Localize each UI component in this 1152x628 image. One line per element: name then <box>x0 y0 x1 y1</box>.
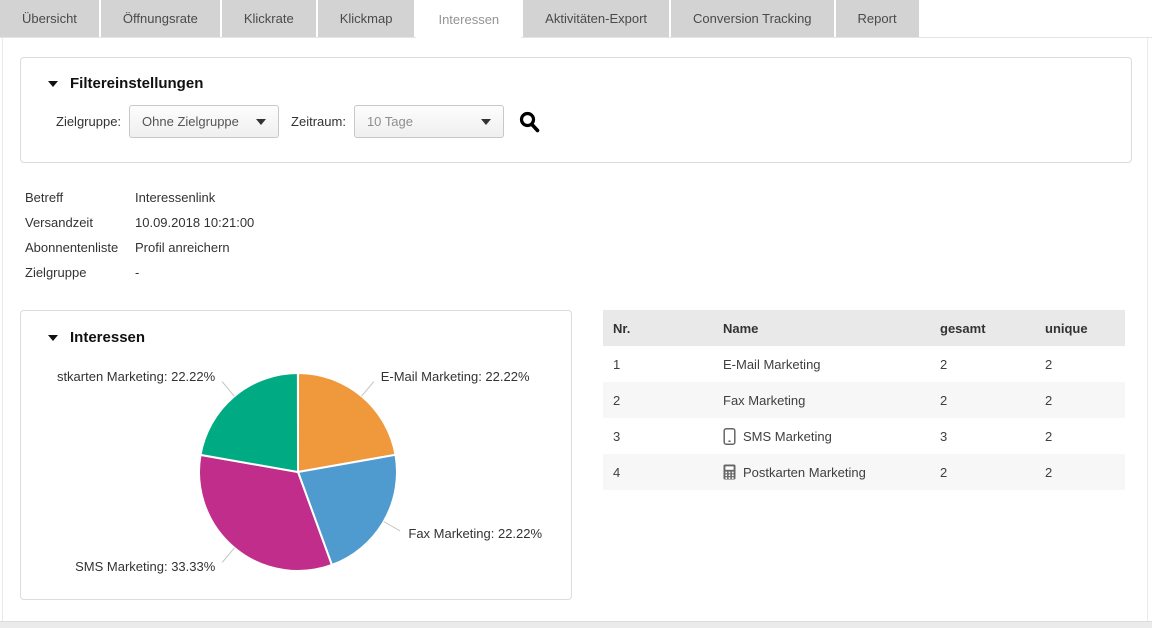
pie-label-connector <box>362 382 374 397</box>
filter-controls: Zielgruppe: Ohne Zielgruppe Zeitraum: 10… <box>48 105 1131 138</box>
cell-name: Fax Marketing <box>713 393 930 408</box>
pie-slice-label: Fax Marketing: 22.22% <box>408 526 542 541</box>
table-row: 3 SMS Marketing 3 2 <box>603 418 1125 454</box>
meta-label: Versandzeit <box>25 215 135 230</box>
cell-name: Postkarten Marketing <box>713 464 930 480</box>
cell-gesamt: 2 <box>930 357 1035 372</box>
col-header-name: Name <box>713 321 930 336</box>
tab-bar: Übersicht Öffnungsrate Klickrate Klickma… <box>0 0 1152 38</box>
interessen-table: Nr. Name gesamt unique 1 E-Mail Marketin… <box>603 310 1125 490</box>
cell-gesamt: 3 <box>930 429 1035 444</box>
pie-label-connector <box>222 382 234 397</box>
table-row: 1 E-Mail Marketing 2 2 <box>603 346 1125 382</box>
zeitraum-dropdown-value: 10 Tage <box>367 114 413 129</box>
cell-nr: 4 <box>603 465 713 480</box>
cell-name: E-Mail Marketing <box>713 357 930 372</box>
cell-nr: 2 <box>603 393 713 408</box>
bottom-scrollbar-track[interactable] <box>0 621 1152 628</box>
meta-row-zielgruppe: Zielgruppe - <box>25 260 1132 285</box>
tab-interessen[interactable]: Interessen <box>416 0 521 38</box>
collapse-arrow-icon <box>48 335 58 341</box>
pie-label-connector <box>384 522 401 532</box>
tab-klickrate[interactable]: Klickrate <box>222 0 316 37</box>
interessen-panel-title: Interessen <box>70 329 145 346</box>
search-button[interactable] <box>518 110 541 134</box>
interessen-panel: Interessen E-Mail Marketing: 22.22% Fax M… <box>20 310 572 600</box>
meta-row-abonnentenliste: Abonnentenliste Profil anreichern <box>25 235 1132 260</box>
tab-aktivitaeten-export[interactable]: Aktivitäten-Export <box>523 0 669 37</box>
filter-panel-header[interactable]: Filtereinstellungen <box>48 75 1131 92</box>
tab-oeffnungsrate[interactable]: Öffnungsrate <box>101 0 220 37</box>
zielgruppe-dropdown-value: Ohne Zielgruppe <box>142 114 239 129</box>
tab-conversion-tracking[interactable]: Conversion Tracking <box>671 0 834 37</box>
meta-label: Zielgruppe <box>25 265 135 280</box>
search-icon <box>518 110 541 134</box>
zielgruppe-label: Zielgruppe: <box>56 114 121 129</box>
meta-row-versandzeit: Versandzeit 10.09.2018 10:21:00 <box>25 210 1132 235</box>
cell-nr: 3 <box>603 429 713 444</box>
pie-slice-label: E-Mail Marketing: 22.22% <box>381 369 530 384</box>
tab-report[interactable]: Report <box>836 0 919 37</box>
meta-value: Profil anreichern <box>135 240 230 255</box>
tab-uebersicht[interactable]: Übersicht <box>0 0 99 37</box>
col-header-nr: Nr. <box>603 321 713 336</box>
chevron-down-icon <box>256 119 266 125</box>
mailing-meta: Betreff Interessenlink Versandzeit 10.09… <box>25 185 1132 285</box>
pie-slice-label: SMS Marketing: 33.33% <box>75 559 216 574</box>
zielgruppe-dropdown[interactable]: Ohne Zielgruppe <box>129 105 279 138</box>
pie-slice-label: stkarten Marketing: 22.22% <box>57 369 216 384</box>
meta-value: - <box>135 265 139 280</box>
collapse-arrow-icon <box>48 81 58 87</box>
zeitraum-label: Zeitraum: <box>291 114 346 129</box>
pie-label-connector <box>222 548 234 563</box>
table-header-row: Nr. Name gesamt unique <box>603 310 1125 346</box>
cell-nr: 1 <box>603 357 713 372</box>
col-header-unique: unique <box>1035 321 1125 336</box>
results-row: Interessen E-Mail Marketing: 22.22% Fax M… <box>20 310 1132 600</box>
zeitraum-dropdown[interactable]: 10 Tage <box>354 105 504 138</box>
chevron-down-icon <box>481 119 491 125</box>
table-row: 2 Fax Marketing 2 2 <box>603 382 1125 418</box>
meta-label: Betreff <box>25 190 135 205</box>
meta-label: Abonnentenliste <box>25 240 135 255</box>
cell-unique: 2 <box>1035 429 1125 444</box>
filter-panel-title: Filtereinstellungen <box>70 75 203 92</box>
interessen-pie-chart: E-Mail Marketing: 22.22% Fax Marketing: 2… <box>21 348 571 588</box>
cell-unique: 2 <box>1035 465 1125 480</box>
pie-slice-3 <box>201 373 299 472</box>
meta-value: 10.09.2018 10:21:00 <box>135 215 254 230</box>
cell-gesamt: 2 <box>930 465 1035 480</box>
tab-klickmap[interactable]: Klickmap <box>318 0 415 37</box>
cell-unique: 2 <box>1035 393 1125 408</box>
meta-row-betreff: Betreff Interessenlink <box>25 185 1132 210</box>
fax-icon <box>723 464 736 480</box>
main-content: Filtereinstellungen Zielgruppe: Ohne Zie… <box>0 57 1152 600</box>
table-row: 4 Postkarten Marketing <box>603 454 1125 490</box>
cell-gesamt: 2 <box>930 393 1035 408</box>
col-header-gesamt: gesamt <box>930 321 1035 336</box>
filter-panel: Filtereinstellungen Zielgruppe: Ohne Zie… <box>20 57 1132 163</box>
meta-value: Interessenlink <box>135 190 215 205</box>
cell-unique: 2 <box>1035 357 1125 372</box>
phone-icon <box>723 428 736 445</box>
cell-name: SMS Marketing <box>713 428 930 445</box>
interessen-panel-header[interactable]: Interessen <box>48 329 571 346</box>
